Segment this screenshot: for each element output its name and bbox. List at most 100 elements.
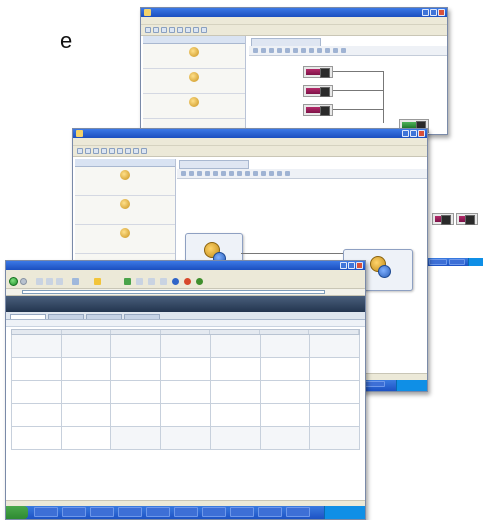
calendar-day-cell[interactable]	[260, 335, 311, 358]
calendar-day-cell[interactable]	[161, 358, 211, 381]
taskbar-button[interactable]	[90, 507, 114, 517]
tool-button[interactable]	[185, 27, 191, 33]
calendar-day-cell[interactable]	[260, 427, 311, 450]
tool-button[interactable]	[161, 27, 167, 33]
favorites-icon[interactable]	[94, 278, 101, 285]
stop-icon[interactable]	[36, 278, 43, 285]
tool-icon[interactable]	[184, 278, 191, 285]
taskbar-button[interactable]	[429, 259, 447, 265]
toolbox-item[interactable]	[143, 69, 245, 94]
messenger-icon[interactable]	[172, 278, 179, 285]
toolbox-item[interactable]	[143, 94, 245, 119]
tab-item[interactable]	[86, 314, 122, 319]
diagram-node[interactable]	[303, 104, 333, 116]
toolbox-item[interactable]	[75, 167, 175, 196]
calendar-day-cell[interactable]	[61, 358, 112, 381]
calendar-day-cell[interactable]	[111, 427, 162, 450]
taskbar-button[interactable]	[449, 259, 465, 265]
calendar-day-cell[interactable]	[12, 404, 62, 427]
taskbar-button[interactable]	[174, 507, 198, 517]
tool-button[interactable]	[133, 148, 139, 154]
minimize-button[interactable]	[422, 9, 429, 16]
calendar-day-cell[interactable]	[161, 404, 211, 427]
diagram-node[interactable]	[303, 85, 333, 97]
media-icon[interactable]	[124, 278, 131, 285]
calendar-day-cell[interactable]	[210, 427, 261, 450]
toolbox-item[interactable]	[75, 196, 175, 225]
calendar-day-cell[interactable]	[210, 381, 261, 404]
taskbar-button[interactable]	[258, 507, 282, 517]
mail-icon[interactable]	[148, 278, 155, 285]
tool-button[interactable]	[93, 148, 99, 154]
calendar-day-cell[interactable]	[310, 335, 361, 358]
start-button[interactable]	[6, 506, 28, 519]
toolbox-item[interactable]	[75, 225, 175, 254]
refresh-icon[interactable]	[46, 278, 53, 285]
taskbar-button[interactable]	[146, 507, 170, 517]
taskbar-button[interactable]	[62, 507, 86, 517]
maximize-button[interactable]	[410, 130, 417, 137]
tool-button[interactable]	[193, 27, 199, 33]
calendar-day-cell[interactable]	[111, 404, 162, 427]
calendar-day-cell[interactable]	[12, 427, 62, 450]
calendar-day-cell[interactable]	[61, 404, 112, 427]
close-button[interactable]	[418, 130, 425, 137]
calendar-day-cell[interactable]	[161, 427, 211, 450]
maximize-button[interactable]	[348, 262, 355, 269]
taskbar-button[interactable]	[286, 507, 310, 517]
calendar-day-cell[interactable]	[61, 335, 112, 358]
calendar-day-cell[interactable]	[12, 381, 62, 404]
calendar-day-cell[interactable]	[310, 381, 361, 404]
calendar-day-cell[interactable]	[12, 358, 62, 381]
taskbar-button[interactable]	[118, 507, 142, 517]
document-tab[interactable]	[179, 160, 249, 169]
tool-button[interactable]	[201, 27, 207, 33]
diagram-node[interactable]	[432, 213, 454, 225]
tool-button[interactable]	[117, 148, 123, 154]
close-button[interactable]	[438, 9, 445, 16]
minimize-button[interactable]	[402, 130, 409, 137]
diagram-node[interactable]	[456, 213, 478, 225]
toolbox-item[interactable]	[143, 44, 245, 69]
maximize-button[interactable]	[430, 9, 437, 16]
calendar-day-cell[interactable]	[310, 427, 361, 450]
calendar-day-cell[interactable]	[210, 335, 261, 358]
calendar-day-cell[interactable]	[111, 335, 162, 358]
tool-button[interactable]	[77, 148, 83, 154]
tool-button[interactable]	[153, 27, 159, 33]
diagram-node[interactable]	[303, 66, 333, 78]
calendar-day-cell[interactable]	[161, 335, 211, 358]
tool-button[interactable]	[109, 148, 115, 154]
tab-item[interactable]	[48, 314, 84, 319]
tool-icon[interactable]	[196, 278, 203, 285]
calendar-day-cell[interactable]	[111, 381, 162, 404]
calendar-day-cell[interactable]	[12, 335, 62, 358]
tab-item[interactable]	[124, 314, 160, 319]
calendar-day-cell[interactable]	[210, 404, 261, 427]
calendar-day-cell[interactable]	[111, 358, 162, 381]
forward-icon[interactable]	[20, 278, 27, 285]
calendar-day-cell[interactable]	[161, 381, 211, 404]
calendar-day-cell[interactable]	[61, 381, 112, 404]
tool-button[interactable]	[141, 148, 147, 154]
back-icon[interactable]	[9, 277, 18, 286]
calendar-day-cell[interactable]	[310, 404, 361, 427]
calendar-day-cell[interactable]	[61, 427, 112, 450]
tool-button[interactable]	[177, 27, 183, 33]
taskbar-button[interactable]	[230, 507, 254, 517]
tool-button[interactable]	[101, 148, 107, 154]
calendar-day-cell[interactable]	[260, 381, 311, 404]
tool-button[interactable]	[85, 148, 91, 154]
taskbar-button[interactable]	[202, 507, 226, 517]
taskbar-button[interactable]	[363, 381, 385, 387]
tool-button[interactable]	[125, 148, 131, 154]
search-icon[interactable]	[72, 278, 79, 285]
print-icon[interactable]	[160, 278, 167, 285]
tool-button[interactable]	[169, 27, 175, 33]
close-button[interactable]	[356, 262, 363, 269]
calendar-day-cell[interactable]	[260, 404, 311, 427]
calendar-day-cell[interactable]	[310, 358, 361, 381]
tool-button[interactable]	[145, 27, 151, 33]
home-icon[interactable]	[56, 278, 63, 285]
calendar-day-cell[interactable]	[210, 358, 261, 381]
